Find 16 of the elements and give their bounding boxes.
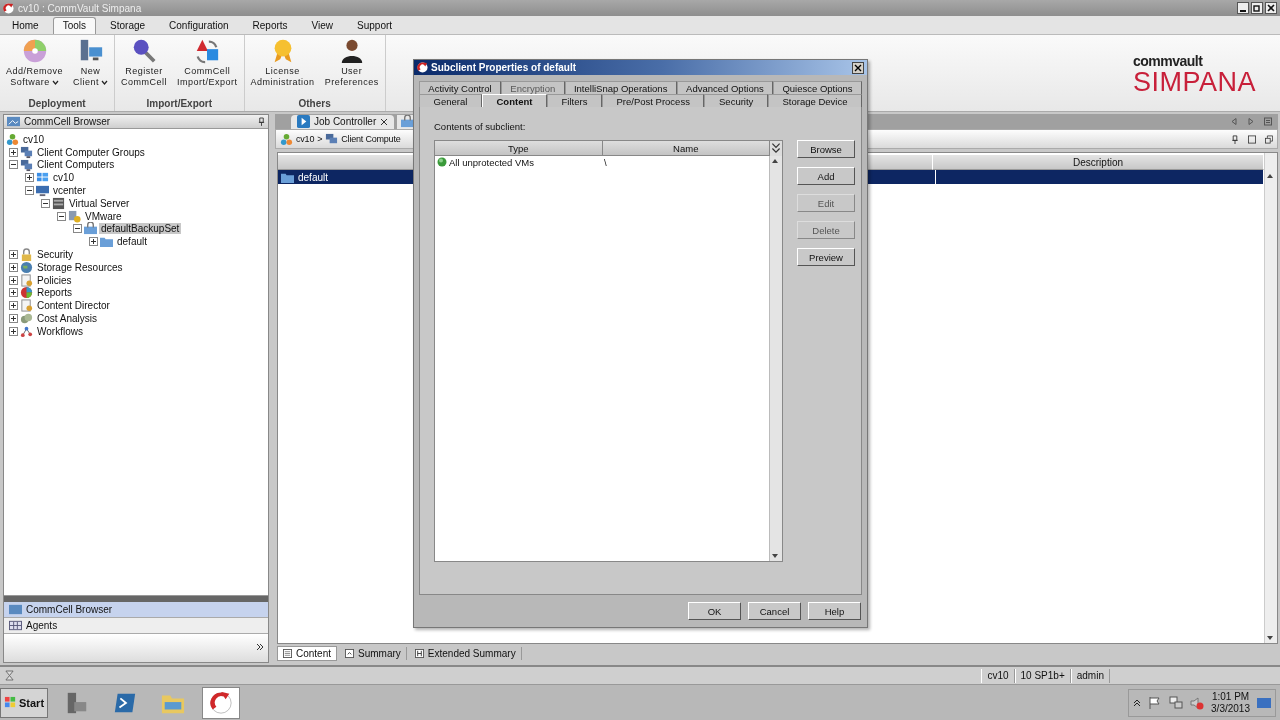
status-cell: 10 SP1b+ xyxy=(1014,668,1071,683)
table-cell: \ xyxy=(604,156,607,168)
logo-brand: commvault xyxy=(1132,54,1203,68)
window-title: cv10 : CommVault Simpana xyxy=(18,2,142,14)
group-label: Others xyxy=(298,97,331,111)
group-label: Deployment xyxy=(28,97,86,111)
breadcrumb-separator: > xyxy=(317,134,323,144)
dialog-title: Subclient Properties of default xyxy=(431,62,577,73)
row-name: default xyxy=(298,171,329,183)
status-cell: admin xyxy=(1070,668,1110,683)
logo-product: SIMPANA xyxy=(1132,68,1256,96)
group-label: Import/Export xyxy=(146,97,213,111)
status-cell: cv10 xyxy=(981,668,1015,683)
section-label: Contents of subclient: xyxy=(434,121,527,132)
table-cell: All unprotected VMs xyxy=(449,156,534,168)
panel-title: CommCell Browser xyxy=(24,116,111,127)
